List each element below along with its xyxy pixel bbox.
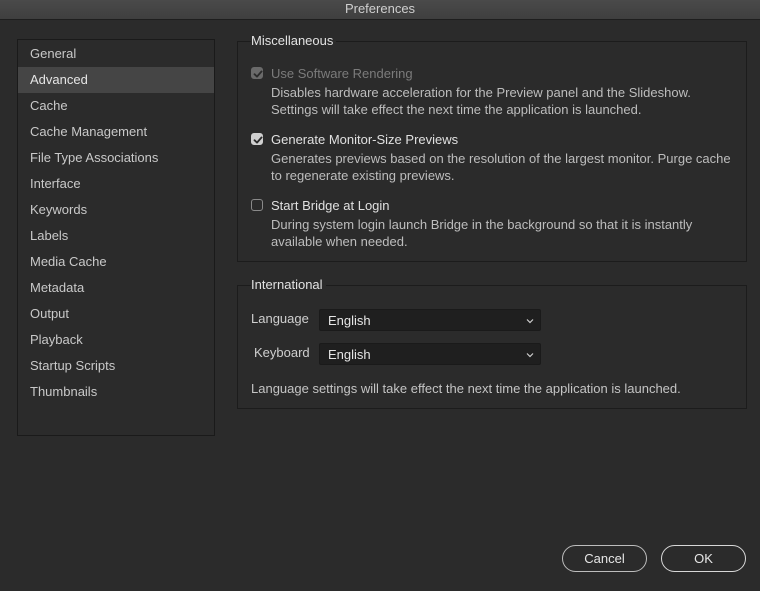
sidebar-item-metadata[interactable]: Metadata: [18, 275, 214, 301]
monitor-size-previews-description: Generates previews based on the resoluti…: [271, 151, 731, 183]
sidebar-item-output[interactable]: Output: [18, 301, 214, 327]
language-select-value: English: [328, 313, 371, 328]
sidebar-item-playback[interactable]: Playback: [18, 327, 214, 353]
start-bridge-at-login-description: During system login launch Bridge in the…: [271, 217, 693, 249]
software-rendering-description: Disables hardware acceleration for the P…: [271, 85, 691, 117]
keyboard-select-value: English: [328, 347, 371, 362]
sidebar-item-keywords[interactable]: Keywords: [18, 197, 214, 223]
ok-button[interactable]: OK: [661, 545, 746, 572]
sidebar-item-cache-management[interactable]: Cache Management: [18, 119, 214, 145]
preferences-window: Preferences General Advanced Cache Cache…: [0, 0, 760, 591]
preferences-sidebar: General Advanced Cache Cache Management …: [17, 39, 215, 436]
monitor-size-previews-label: Generate Monitor-Size Previews: [271, 132, 459, 147]
software-rendering-checkbox[interactable]: [251, 67, 263, 79]
international-title: International: [251, 277, 326, 292]
language-settings-note: Language settings will take effect the n…: [251, 381, 681, 396]
sidebar-item-cache[interactable]: Cache: [18, 93, 214, 119]
window-title: Preferences: [0, 0, 760, 20]
keyboard-label: Keyboard: [254, 345, 310, 360]
start-bridge-at-login-label: Start Bridge at Login: [271, 198, 390, 213]
software-rendering-label: Use Software Rendering: [271, 66, 413, 81]
sidebar-item-interface[interactable]: Interface: [18, 171, 214, 197]
sidebar-item-labels[interactable]: Labels: [18, 223, 214, 249]
sidebar-item-thumbnails[interactable]: Thumbnails: [18, 379, 214, 405]
miscellaneous-title: Miscellaneous: [251, 33, 337, 48]
language-select[interactable]: English: [319, 309, 541, 331]
chevron-down-icon: [526, 319, 534, 324]
sidebar-item-general[interactable]: General: [18, 41, 214, 67]
sidebar-item-media-cache[interactable]: Media Cache: [18, 249, 214, 275]
chevron-down-icon: [526, 353, 534, 358]
sidebar-item-file-type-associations[interactable]: File Type Associations: [18, 145, 214, 171]
sidebar-item-advanced[interactable]: Advanced: [18, 67, 214, 93]
keyboard-select[interactable]: English: [319, 343, 541, 365]
cancel-button[interactable]: Cancel: [562, 545, 647, 572]
checkmark-icon: [253, 136, 263, 144]
start-bridge-at-login-checkbox[interactable]: [251, 199, 263, 211]
sidebar-item-startup-scripts[interactable]: Startup Scripts: [18, 353, 214, 379]
language-label: Language: [251, 311, 309, 326]
checkmark-icon: [253, 70, 263, 78]
monitor-size-previews-checkbox[interactable]: [251, 133, 263, 145]
